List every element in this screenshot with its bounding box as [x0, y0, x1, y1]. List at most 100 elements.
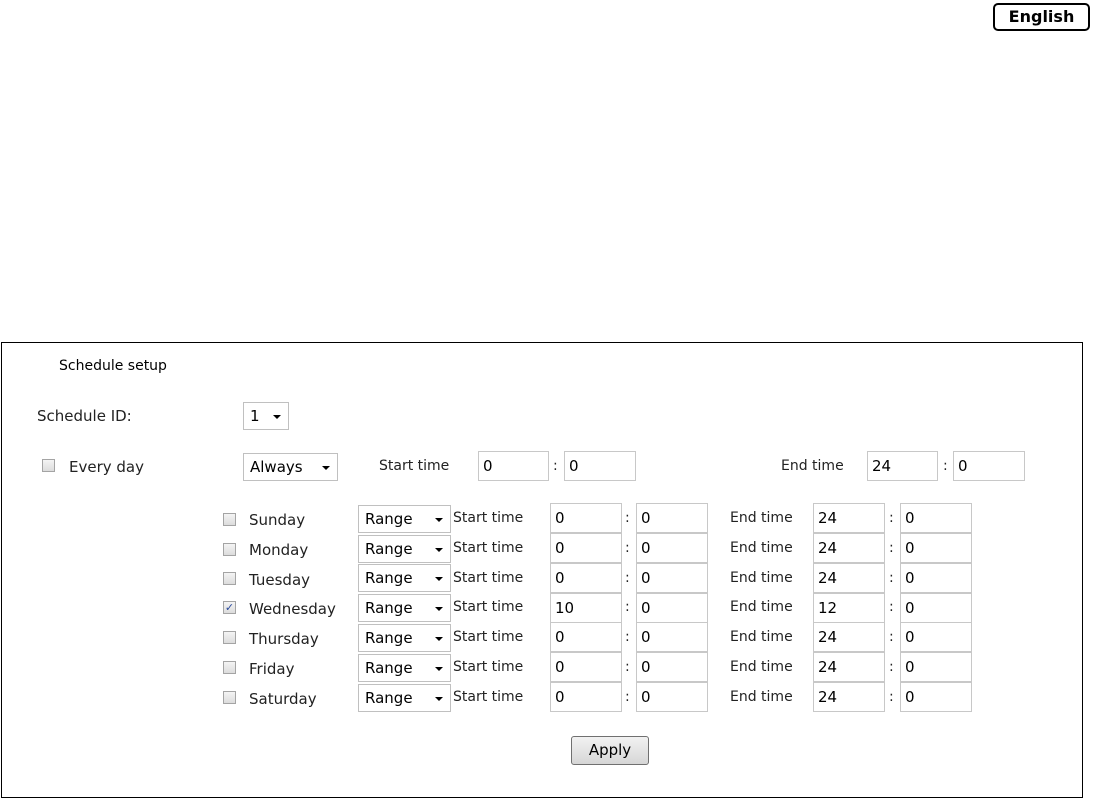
thursday-mode-select[interactable]: Range	[358, 624, 451, 652]
thursday-checkbox[interactable]	[223, 631, 236, 644]
monday-mode-select[interactable]: Range	[358, 535, 451, 563]
every-day-end-minute-input[interactable]: 0	[953, 451, 1025, 481]
day-label-thursday: Thursday	[249, 630, 319, 648]
monday-checkbox[interactable]	[223, 543, 236, 556]
every-day-start-hour-input[interactable]: 0	[478, 451, 549, 481]
time-separator: :	[625, 570, 630, 586]
time-separator: :	[943, 458, 948, 474]
chevron-down-icon	[435, 607, 443, 611]
friday-start-minute-input[interactable]: 0	[636, 652, 708, 682]
monday-start-minute-input[interactable]: 0	[636, 533, 708, 563]
thursday-start-label: Start time	[453, 629, 524, 645]
day-label-wednesday: Wednesday	[249, 600, 336, 618]
every-day-mode-select[interactable]: Always	[243, 453, 338, 481]
thursday-mode-value: Range	[365, 629, 413, 647]
time-separator: :	[625, 629, 630, 645]
saturday-checkbox[interactable]	[223, 691, 236, 704]
saturday-mode-value: Range	[365, 689, 413, 707]
sunday-mode-select[interactable]: Range	[358, 505, 451, 533]
sunday-end-hour-input[interactable]: 24	[813, 503, 885, 533]
sunday-start-label: Start time	[453, 510, 524, 526]
time-separator: :	[625, 510, 630, 526]
tuesday-start-label: Start time	[453, 570, 524, 586]
chevron-down-icon	[435, 667, 443, 671]
thursday-start-minute-input[interactable]: 0	[636, 622, 708, 652]
sunday-checkbox[interactable]	[223, 513, 236, 526]
saturday-start-minute-input[interactable]: 0	[636, 682, 708, 712]
time-separator: :	[625, 689, 630, 705]
wednesday-end-label: End time	[730, 599, 793, 615]
saturday-mode-select[interactable]: Range	[358, 684, 451, 712]
tuesday-end-label: End time	[730, 570, 793, 586]
tuesday-start-minute-input[interactable]: 0	[636, 563, 708, 593]
every-day-end-label: End time	[781, 458, 844, 474]
day-label-tuesday: Tuesday	[249, 571, 311, 589]
day-label-friday: Friday	[249, 660, 295, 678]
tuesday-end-hour-input[interactable]: 24	[813, 563, 885, 593]
every-day-end-hour-input[interactable]: 24	[867, 451, 938, 481]
time-separator: :	[889, 540, 894, 556]
monday-start-hour-input[interactable]: 0	[550, 533, 622, 563]
friday-mode-select[interactable]: Range	[358, 654, 451, 682]
saturday-start-label: Start time	[453, 689, 524, 705]
saturday-end-hour-input[interactable]: 24	[813, 682, 885, 712]
monday-mode-value: Range	[365, 540, 413, 558]
friday-end-minute-input[interactable]: 0	[900, 652, 972, 682]
thursday-end-minute-input[interactable]: 0	[900, 622, 972, 652]
wednesday-start-minute-input[interactable]: 0	[636, 593, 708, 623]
time-separator: :	[553, 458, 558, 474]
language-button[interactable]: English	[993, 3, 1090, 31]
apply-button[interactable]: Apply	[571, 736, 649, 765]
monday-end-label: End time	[730, 540, 793, 556]
chevron-down-icon	[435, 548, 443, 552]
friday-mode-value: Range	[365, 659, 413, 677]
friday-end-label: End time	[730, 659, 793, 675]
tuesday-checkbox[interactable]	[223, 572, 236, 585]
wednesday-end-minute-input[interactable]: 0	[900, 593, 972, 623]
panel-title: Schedule setup	[59, 358, 167, 374]
schedule-id-label: Schedule ID:	[37, 407, 132, 425]
time-separator: :	[889, 689, 894, 705]
chevron-down-icon	[435, 637, 443, 641]
friday-start-label: Start time	[453, 659, 524, 675]
checkmark-icon: ✓	[224, 601, 235, 614]
wednesday-end-hour-input[interactable]: 12	[813, 593, 885, 623]
chevron-down-icon	[435, 577, 443, 581]
tuesday-start-hour-input[interactable]: 0	[550, 563, 622, 593]
tuesday-mode-select[interactable]: Range	[358, 564, 451, 592]
every-day-start-minute-input[interactable]: 0	[564, 451, 636, 481]
tuesday-mode-value: Range	[365, 569, 413, 587]
thursday-end-hour-input[interactable]: 24	[813, 622, 885, 652]
chevron-down-icon	[322, 466, 330, 470]
wednesday-mode-value: Range	[365, 599, 413, 617]
time-separator: :	[625, 659, 630, 675]
time-separator: :	[889, 570, 894, 586]
time-separator: :	[625, 540, 630, 556]
sunday-start-hour-input[interactable]: 0	[550, 503, 622, 533]
thursday-start-hour-input[interactable]: 0	[550, 622, 622, 652]
sunday-end-label: End time	[730, 510, 793, 526]
tuesday-end-minute-input[interactable]: 0	[900, 563, 972, 593]
friday-start-hour-input[interactable]: 0	[550, 652, 622, 682]
time-separator: :	[889, 659, 894, 675]
saturday-start-hour-input[interactable]: 0	[550, 682, 622, 712]
friday-checkbox[interactable]	[223, 661, 236, 674]
wednesday-start-hour-input[interactable]: 10	[550, 593, 622, 623]
monday-start-label: Start time	[453, 540, 524, 556]
saturday-end-minute-input[interactable]: 0	[900, 682, 972, 712]
monday-end-hour-input[interactable]: 24	[813, 533, 885, 563]
time-separator: :	[889, 510, 894, 526]
wednesday-mode-select[interactable]: Range	[358, 594, 451, 622]
chevron-down-icon	[435, 518, 443, 522]
every-day-checkbox[interactable]	[42, 459, 55, 472]
thursday-end-label: End time	[730, 629, 793, 645]
every-day-mode-value: Always	[250, 458, 303, 476]
time-separator: :	[625, 599, 630, 615]
friday-end-hour-input[interactable]: 24	[813, 652, 885, 682]
sunday-end-minute-input[interactable]: 0	[900, 503, 972, 533]
chevron-down-icon	[435, 697, 443, 701]
wednesday-checkbox[interactable]: ✓	[223, 601, 236, 614]
sunday-start-minute-input[interactable]: 0	[636, 503, 708, 533]
schedule-id-select[interactable]: 1	[243, 402, 289, 430]
monday-end-minute-input[interactable]: 0	[900, 533, 972, 563]
